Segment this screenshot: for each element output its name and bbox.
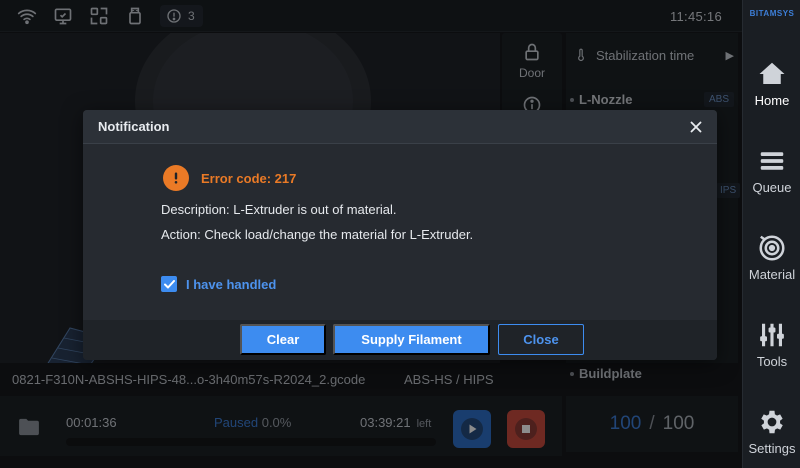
close-icon xyxy=(690,121,702,133)
dialog-header: Notification xyxy=(83,110,717,144)
brand-logo: BITAMSYS xyxy=(749,9,795,18)
dialog-footer: Clear Supply Filament Close xyxy=(83,320,717,360)
nav-label: Settings xyxy=(748,440,796,456)
close-button[interactable]: Close xyxy=(498,324,584,355)
material-spool-icon xyxy=(759,235,785,260)
nav-label: Tools xyxy=(756,353,788,369)
nav-settings[interactable]: Settings xyxy=(743,396,800,466)
gear-icon xyxy=(761,410,783,433)
notification-dialog: Notification Error code: 217 Description… xyxy=(83,110,717,360)
nav-label: Queue xyxy=(752,179,792,195)
nav-material[interactable]: Material xyxy=(743,222,800,292)
printer-app: 3 11:45:16 BITAMSYS Home Queue Material … xyxy=(0,0,800,468)
handled-checkbox-row[interactable]: I have handled xyxy=(161,276,276,292)
nav-label: Material xyxy=(748,266,796,282)
nav-label: Home xyxy=(754,92,790,108)
error-row: Error code: 217 xyxy=(163,165,296,191)
handled-label: I have handled xyxy=(186,276,277,292)
error-description: Description: L-Extruder is out of materi… xyxy=(161,202,397,217)
home-icon xyxy=(759,62,785,84)
nav-queue[interactable]: Queue xyxy=(743,135,800,205)
warning-icon xyxy=(163,165,189,191)
handled-checkbox[interactable] xyxy=(161,276,177,292)
supply-filament-button[interactable]: Supply Filament xyxy=(333,324,490,355)
error-code: Error code: 217 xyxy=(201,170,297,186)
dialog-title: Notification xyxy=(98,119,170,134)
right-nav: BITAMSYS Home Queue Material Tools Setti… xyxy=(742,0,800,468)
dialog-close-button[interactable] xyxy=(685,116,707,138)
nav-home[interactable]: Home xyxy=(743,48,800,118)
clear-button[interactable]: Clear xyxy=(240,324,326,355)
error-action: Action: Check load/change the material f… xyxy=(161,227,474,242)
tools-sliders-icon xyxy=(760,323,784,346)
queue-icon xyxy=(760,151,784,170)
checkmark-icon xyxy=(163,279,175,288)
nav-tools[interactable]: Tools xyxy=(743,309,800,379)
